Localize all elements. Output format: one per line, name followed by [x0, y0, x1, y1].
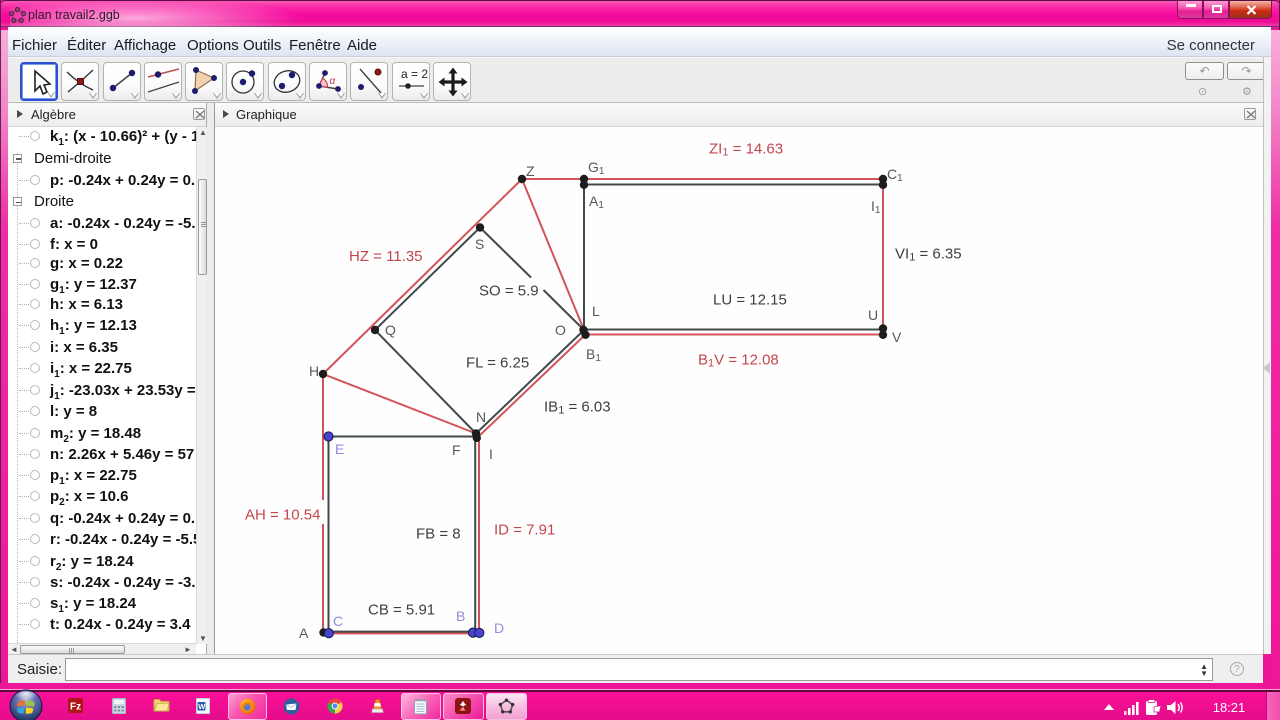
svg-text:W: W [198, 702, 206, 711]
svg-text:I: I [489, 446, 493, 462]
svg-text:A1: A1 [589, 193, 604, 211]
svg-text:LU = 12.15: LU = 12.15 [713, 292, 787, 309]
svg-text:FL = 6.25: FL = 6.25 [466, 355, 529, 372]
svg-text:B1V = 12.08: B1V = 12.08 [698, 352, 779, 370]
svg-text:F: F [452, 442, 461, 458]
svg-text:C1: C1 [887, 166, 903, 184]
svg-text:L: L [592, 303, 600, 319]
svg-text:HZ = 11.35: HZ = 11.35 [349, 248, 423, 265]
svg-text:Z: Z [526, 163, 535, 179]
svg-text:H: H [309, 363, 319, 379]
svg-text:α: α [329, 76, 335, 87]
svg-text:ZI1 = 14.63: ZI1 = 14.63 [709, 141, 783, 159]
svg-text:E: E [335, 441, 344, 457]
svg-text:S: S [475, 236, 484, 252]
svg-text:B: B [456, 608, 465, 624]
svg-text:C: C [333, 613, 343, 629]
svg-text:U: U [868, 307, 878, 323]
svg-text:N: N [476, 409, 486, 425]
svg-text:ID = 7.91: ID = 7.91 [494, 522, 555, 539]
svg-text:VI1 = 6.35: VI1 = 6.35 [895, 246, 962, 264]
svg-text:V: V [892, 329, 902, 345]
svg-text:FB = 8: FB = 8 [416, 526, 461, 543]
svg-text:A: A [299, 625, 309, 641]
svg-text:a = 2: a = 2 [401, 67, 428, 81]
svg-text:SO = 5.9: SO = 5.9 [479, 283, 539, 300]
svg-text:AH = 10.54: AH = 10.54 [245, 507, 320, 524]
svg-text:B1: B1 [586, 346, 601, 364]
svg-text:G1: G1 [588, 159, 605, 177]
svg-text:CB = 5.91: CB = 5.91 [368, 602, 435, 619]
svg-text:D: D [494, 620, 504, 636]
svg-text:I1: I1 [871, 198, 881, 216]
svg-text:IB1 = 6.03: IB1 = 6.03 [544, 399, 611, 417]
svg-text:Q: Q [385, 322, 396, 338]
svg-text:O: O [555, 322, 566, 338]
svg-text:Fz: Fz [70, 702, 81, 713]
